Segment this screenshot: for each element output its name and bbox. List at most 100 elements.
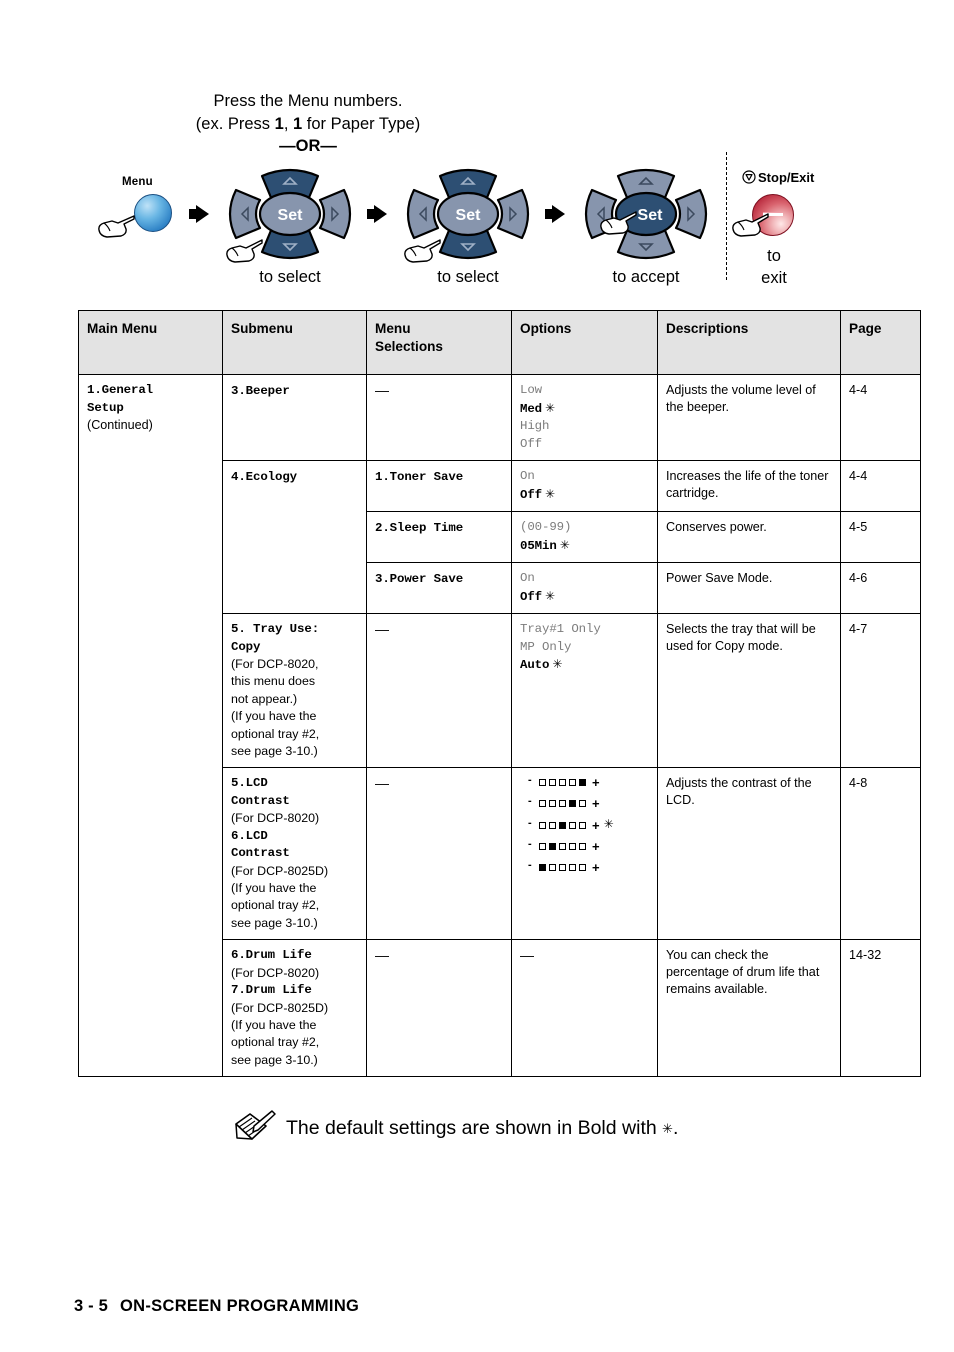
lcd-square-empty	[539, 800, 546, 808]
instruction-pre: (ex. Press	[195, 115, 275, 133]
cell-submenu: 4.Ecology	[222, 460, 367, 614]
selection-label: 2.Sleep Time	[375, 521, 464, 535]
cell-description: Conserves power.	[657, 511, 841, 563]
stop-sign-icon	[742, 170, 756, 187]
default-settings-note: The default settings are shown in Bold w…	[232, 1108, 678, 1148]
submenu-note: this menu does	[231, 674, 316, 689]
cell-submenu: 5.LCD Contrast (For DCP-8020) 6.LCD Cont…	[222, 767, 367, 941]
cell-description: Adjusts the contrast of the LCD.	[657, 767, 841, 941]
cell-submenu: 6.Drum Life (For DCP-8020) 7.Drum Life (…	[222, 939, 367, 1077]
option-item: Low	[520, 383, 543, 397]
flow-arrow-icon-3	[545, 205, 565, 223]
default-star-icon: ✳	[545, 400, 556, 415]
lcd-square-empty	[579, 864, 586, 872]
lcd-contrast-level: - +	[520, 796, 650, 811]
default-star-icon: ✳	[545, 588, 556, 603]
stop-exit-label: Stop/Exit	[742, 170, 814, 187]
plus-icon: +	[592, 796, 600, 812]
cell-page: 4-6	[840, 562, 921, 614]
lcd-square-empty	[549, 821, 556, 829]
cell-description: Power Save Mode.	[657, 562, 841, 614]
menu-button[interactable]	[134, 194, 172, 232]
lcd-square-empty	[559, 864, 566, 872]
option-item: MP Only	[520, 639, 572, 654]
cell-description: Adjusts the volume level of the beeper.	[657, 374, 841, 461]
pointing-hand-icon	[598, 208, 638, 238]
caption-to-accept: to accept	[612, 268, 680, 286]
submenu-note: see page 3-10.)	[231, 1052, 318, 1067]
lcd-square-empty	[559, 843, 566, 851]
option-item: Off	[520, 487, 543, 502]
page-footer: 3 - 5 ON-SCREEN PROGRAMMING	[74, 1297, 359, 1316]
submenu-note: (If you have the	[231, 1017, 317, 1032]
header-menu-selections-l2: Selections	[375, 339, 443, 355]
selection-label: —	[375, 775, 389, 792]
set-label-2: Set	[456, 207, 482, 224]
cell-options: Low Med ✳ High Off	[511, 374, 658, 461]
lcd-square-empty	[549, 779, 556, 787]
plus-icon: +	[592, 817, 600, 833]
pointing-hand-icon	[224, 236, 264, 266]
lcd-contrast-level: - +	[520, 775, 650, 790]
header-menu-selections: Menu Selections	[366, 310, 512, 375]
table-header-row: Main Menu Submenu Menu Selections Options…	[78, 310, 921, 375]
lcd-square-empty	[559, 800, 566, 808]
option-item: (00-99)	[520, 520, 572, 534]
cell-main-menu: 1.General Setup (Continued)	[78, 374, 223, 1077]
main-menu-line-1: 1.General	[87, 383, 154, 397]
selection-label: —	[375, 621, 389, 637]
cell-description: Increases the life of the toner cartridg…	[657, 460, 841, 512]
submenu-label: 6.Drum Life	[231, 948, 312, 963]
main-menu-line-3: (Continued)	[87, 418, 153, 432]
submenu-label-cont: Copy	[231, 639, 261, 654]
lcd-square-filled	[559, 821, 566, 829]
default-star-icon: ✳	[545, 486, 556, 501]
submenu-label-alt: 6.LCD	[231, 828, 268, 843]
minus-icon: -	[528, 816, 532, 829]
set-label-1: Set	[278, 207, 304, 224]
lcd-square-empty	[539, 779, 546, 787]
lcd-square-empty	[569, 864, 576, 872]
stop-exit-text: Stop/Exit	[758, 170, 815, 185]
submenu-note: (For DCP-8025D)	[231, 863, 329, 878]
caption-to-select-2: to select	[437, 268, 499, 286]
submenu-note: (If you have the	[231, 709, 317, 724]
cell-menu-selection: 1.Toner Save	[366, 460, 512, 512]
plus-icon: +	[592, 839, 600, 855]
lcd-square-empty	[549, 864, 556, 872]
selection-label: —	[375, 382, 389, 398]
minus-icon: -	[528, 774, 532, 787]
set-label-3: Set	[638, 207, 664, 224]
cell-menu-selection: 3.Power Save	[366, 562, 512, 614]
submenu-note: (For DCP-8020)	[231, 811, 320, 826]
cell-options: Tray#1 Only MP Only Auto ✳	[511, 612, 658, 769]
option-item: On	[520, 571, 535, 585]
pointing-hand-icon	[402, 236, 442, 266]
key-1-second: 1	[293, 115, 303, 133]
footer-title: ON-SCREEN PROGRAMMING	[120, 1297, 360, 1315]
cell-menu-selection: —	[366, 612, 512, 769]
instruction-line-2: (ex. Press 1, 1 for Paper Type)	[108, 115, 508, 134]
minus-icon: -	[528, 859, 532, 872]
selection-label: 1.Toner Save	[375, 470, 464, 484]
note-text: The default settings are shown in Bold w…	[286, 1117, 678, 1140]
header-main-menu: Main Menu	[78, 310, 223, 375]
cell-page: 4-4	[840, 460, 921, 512]
note-period: .	[673, 1116, 679, 1139]
submenu-note: optional tray #2,	[231, 898, 320, 913]
submenu-note: (For DCP-8020)	[231, 965, 320, 980]
default-star-icon: ✳	[603, 817, 614, 832]
caption-exit: exit	[761, 269, 787, 287]
submenu-label: 3.Beeper	[231, 384, 290, 398]
vertical-dashed-divider	[726, 152, 727, 280]
note-sentence: The default settings are shown in Bold w…	[286, 1116, 657, 1139]
menu-button-label: Menu	[122, 176, 153, 188]
cell-options: —	[511, 939, 658, 1077]
lcd-square-empty	[579, 800, 586, 808]
plus-icon: +	[592, 860, 600, 876]
instruction-mid: ,	[283, 115, 293, 133]
lcd-square-empty	[569, 779, 576, 787]
cell-options: On Off ✳	[511, 562, 658, 614]
lcd-square-empty	[579, 843, 586, 851]
default-star-icon: ✳	[662, 1121, 674, 1137]
